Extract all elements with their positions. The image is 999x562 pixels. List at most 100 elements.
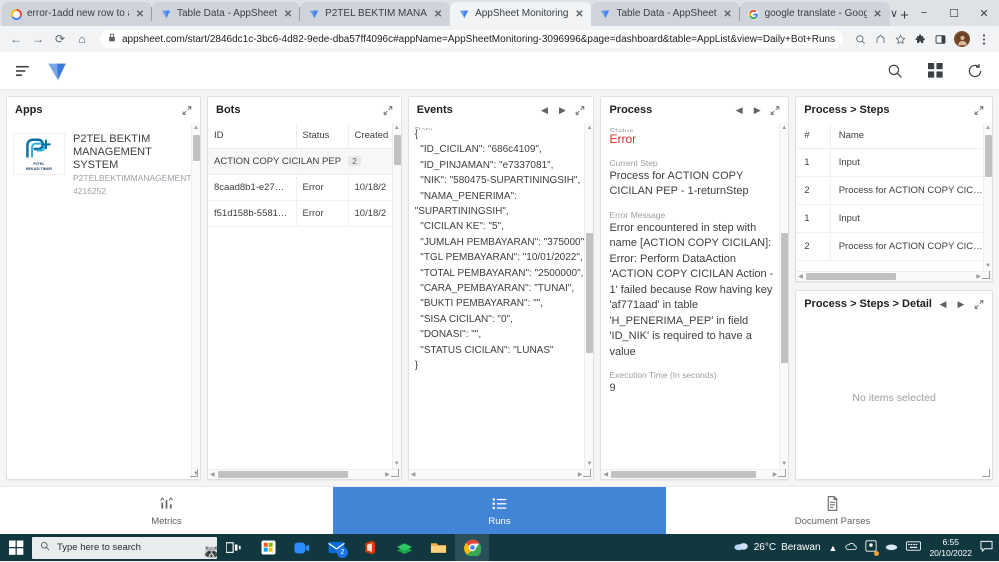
chart-metrics-icon (158, 495, 175, 513)
expand-icon[interactable] (974, 298, 984, 310)
mail-icon[interactable]: 2 (319, 534, 353, 561)
next-arrow-icon[interactable]: ▶ (752, 104, 762, 116)
steps-horizontal-scrollbar[interactable]: ◀ ▶ (796, 271, 992, 281)
extensions-icon[interactable] (911, 30, 929, 48)
resize-grip[interactable] (982, 271, 990, 279)
weather-description: Berawan (781, 542, 821, 553)
resize-grip[interactable] (583, 469, 592, 477)
taskbar-clock[interactable]: 6:55 20/10/2022 (929, 537, 972, 559)
tab-list-icon[interactable]: ∨ (879, 0, 909, 26)
file-explorer-icon[interactable] (421, 534, 455, 561)
microsoft-store-icon[interactable] (251, 534, 285, 561)
zoom-icon[interactable] (851, 30, 869, 48)
sync-refresh-icon[interactable] (965, 61, 985, 81)
process-vertical-scrollbar[interactable]: ▲ ▼ (779, 123, 789, 479)
office-icon[interactable] (353, 534, 387, 561)
books-icon[interactable] (387, 534, 421, 561)
events-vertical-scrollbar[interactable]: ▲ ▼ (584, 123, 594, 479)
next-arrow-icon[interactable]: ▶ (956, 298, 966, 310)
address-bar[interactable]: appsheet.com/start/2846dc1c-3bc6-4d82-9e… (100, 30, 843, 48)
prev-arrow-icon[interactable]: ◀ (734, 104, 744, 116)
prev-arrow-icon[interactable]: ◀ (938, 298, 948, 310)
resize-grip[interactable] (778, 469, 787, 477)
steps-vertical-scrollbar[interactable]: ▲ ▼ (983, 123, 992, 281)
close-icon[interactable]: ✕ (432, 8, 444, 20)
table-header-row: # Name (796, 123, 992, 149)
back-icon[interactable]: ← (6, 29, 26, 49)
expand-icon[interactable] (575, 104, 585, 116)
process-panel-header: Process ◀ ▶ (601, 97, 788, 123)
column-header-name[interactable]: Name (830, 123, 992, 149)
browser-tab-bar: error-1add new row to ano ✕ Table Data -… (0, 0, 999, 26)
taskbar-search-input[interactable]: Type here to search 🦝 (32, 536, 217, 559)
expand-icon[interactable] (383, 104, 393, 116)
expand-icon[interactable] (182, 104, 192, 116)
close-icon[interactable]: ✕ (282, 8, 294, 20)
apps-vertical-scrollbar[interactable]: ▲ ▼ (191, 123, 200, 479)
nav-item-metrics[interactable]: Metrics (0, 487, 333, 534)
reload-icon[interactable]: ⟳ (50, 29, 70, 49)
table-row[interactable]: 1 Input (796, 148, 992, 177)
profile-avatar[interactable] (954, 31, 970, 47)
nav-item-document-parses[interactable]: Document Parses (666, 487, 999, 534)
forward-icon[interactable]: → (28, 29, 48, 49)
search-icon[interactable] (885, 61, 905, 81)
close-icon[interactable]: ✕ (573, 8, 585, 20)
hamburger-menu-icon[interactable] (14, 61, 34, 81)
browser-tab-3-active[interactable]: AppSheet Monitoring ✕ (450, 2, 592, 26)
column-header-id[interactable]: ID (208, 123, 297, 149)
windows-start-icon[interactable] (0, 534, 32, 561)
keyboard-icon[interactable] (906, 541, 922, 554)
resize-grip[interactable] (390, 469, 399, 477)
antivirus-icon[interactable] (865, 540, 880, 556)
prev-arrow-icon[interactable]: ◀ (539, 104, 549, 116)
browser-tab-5[interactable]: google translate - Google S ✕ (738, 2, 890, 26)
task-view-icon[interactable] (217, 534, 251, 561)
table-row[interactable]: 2 Process for ACTION COPY CICILA... (796, 176, 992, 205)
chevron-up-icon[interactable]: ▲ (829, 543, 838, 553)
table-row[interactable]: f51d158b-5581-40... Error 10/18/2 (208, 200, 401, 227)
column-header-status[interactable]: Status (296, 123, 349, 149)
expand-icon[interactable] (770, 104, 780, 116)
close-icon[interactable]: ✕ (134, 8, 146, 20)
apps-grid-icon[interactable] (925, 61, 945, 81)
bots-horizontal-scrollbar[interactable]: ◀ ▶ (208, 469, 401, 479)
table-group-row[interactable]: ACTION COPY CICILAN PEP 2 (208, 148, 401, 175)
nav-item-runs[interactable]: Runs (333, 487, 666, 534)
chrome-icon[interactable] (455, 534, 489, 561)
close-icon[interactable]: ✕ (722, 8, 734, 20)
notification-icon[interactable] (980, 540, 993, 555)
share-icon[interactable] (871, 30, 889, 48)
minimize-button[interactable]: − (909, 0, 939, 26)
table-row[interactable]: 8caad8b1-e275-4... Error 10/18/2 (208, 174, 401, 201)
maximize-button[interactable]: ☐ (939, 0, 969, 26)
expand-icon[interactable] (974, 104, 984, 116)
zoom-icon[interactable] (285, 534, 319, 561)
bot-status: Error (296, 174, 349, 201)
close-window-button[interactable]: ✕ (969, 0, 999, 26)
browser-tab-4[interactable]: Table Data - AppSheet ✕ (591, 2, 740, 26)
next-arrow-icon[interactable]: ▶ (557, 104, 567, 116)
onedrive-icon[interactable] (845, 541, 858, 555)
browser-tab-2[interactable]: P2TEL BEKTIM MANAGEME ✕ (299, 2, 451, 26)
table-row[interactable]: 1 Input (796, 204, 992, 233)
bots-vertical-scrollbar[interactable]: ▲ ▼ (391, 123, 401, 479)
taskbar-weather[interactable]: 26°C Berawan (734, 541, 821, 554)
table-row[interactable]: 2 Process for ACTION COPY CICILA... (796, 232, 992, 261)
resize-grip[interactable] (982, 469, 990, 477)
cloud-icon[interactable] (885, 542, 898, 554)
process-error-label: Error Message (609, 209, 666, 220)
home-icon[interactable]: ⌂ (72, 29, 92, 49)
column-header-number[interactable]: # (796, 123, 831, 149)
process-horizontal-scrollbar[interactable]: ◀ ▶ (601, 469, 789, 479)
app-list-item[interactable]: P2TEL BEKASI TIMUR P2TEL BEKTIM MANAGEME… (7, 123, 200, 198)
resize-grip[interactable] (190, 469, 198, 477)
step-number: 1 (796, 204, 831, 233)
apps-panel-body: P2TEL BEKASI TIMUR P2TEL BEKTIM MANAGEME… (7, 123, 200, 479)
sidepanel-icon[interactable] (931, 30, 949, 48)
events-horizontal-scrollbar[interactable]: ◀ ▶ (408, 469, 594, 479)
browser-tab-0[interactable]: error-1add new row to ano ✕ (2, 2, 152, 26)
bookmark-star-icon[interactable] (891, 30, 909, 48)
browser-tab-1[interactable]: Table Data - AppSheet ✕ (150, 2, 301, 26)
chrome-menu-icon[interactable] (975, 30, 993, 48)
